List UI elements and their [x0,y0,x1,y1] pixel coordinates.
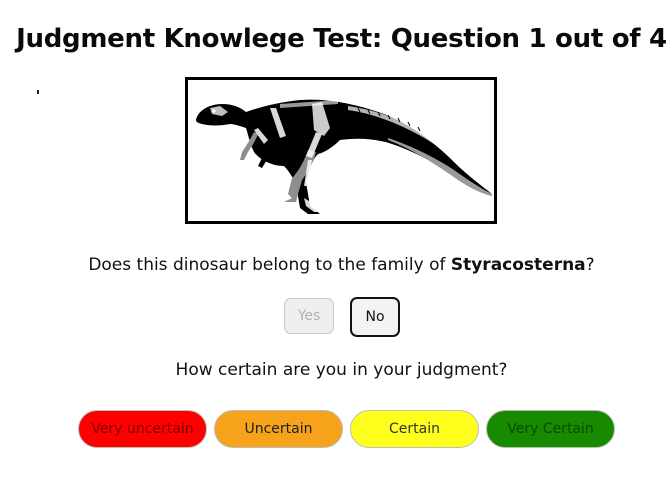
certain-button[interactable]: Certain [350,410,479,448]
yes-button[interactable]: Yes [284,298,334,334]
dinosaur-image-frame [185,77,497,224]
dinosaur-eye [212,109,216,113]
certainty-prompt: How certain are you in your judgment? [175,360,508,380]
question-prefix: Does this dinosaur belong to the family … [88,255,451,275]
dinosaur-body [196,99,492,214]
question-family: Styracosterna [450,255,586,275]
stray-mark [37,90,39,94]
question-text: Does this dinosaur belong to the family … [0,255,670,275]
very-uncertain-button[interactable]: Very uncertain [78,410,207,448]
no-button[interactable]: No [350,297,400,337]
question-suffix: ? [585,255,595,275]
very-certain-button[interactable]: Very Certain [486,410,615,448]
dinosaur-skeletal-diagram-icon [196,99,492,214]
uncertain-button[interactable]: Uncertain [214,410,343,448]
page-title: Judgment Knowlege Test: Question 1 out o… [16,24,667,54]
